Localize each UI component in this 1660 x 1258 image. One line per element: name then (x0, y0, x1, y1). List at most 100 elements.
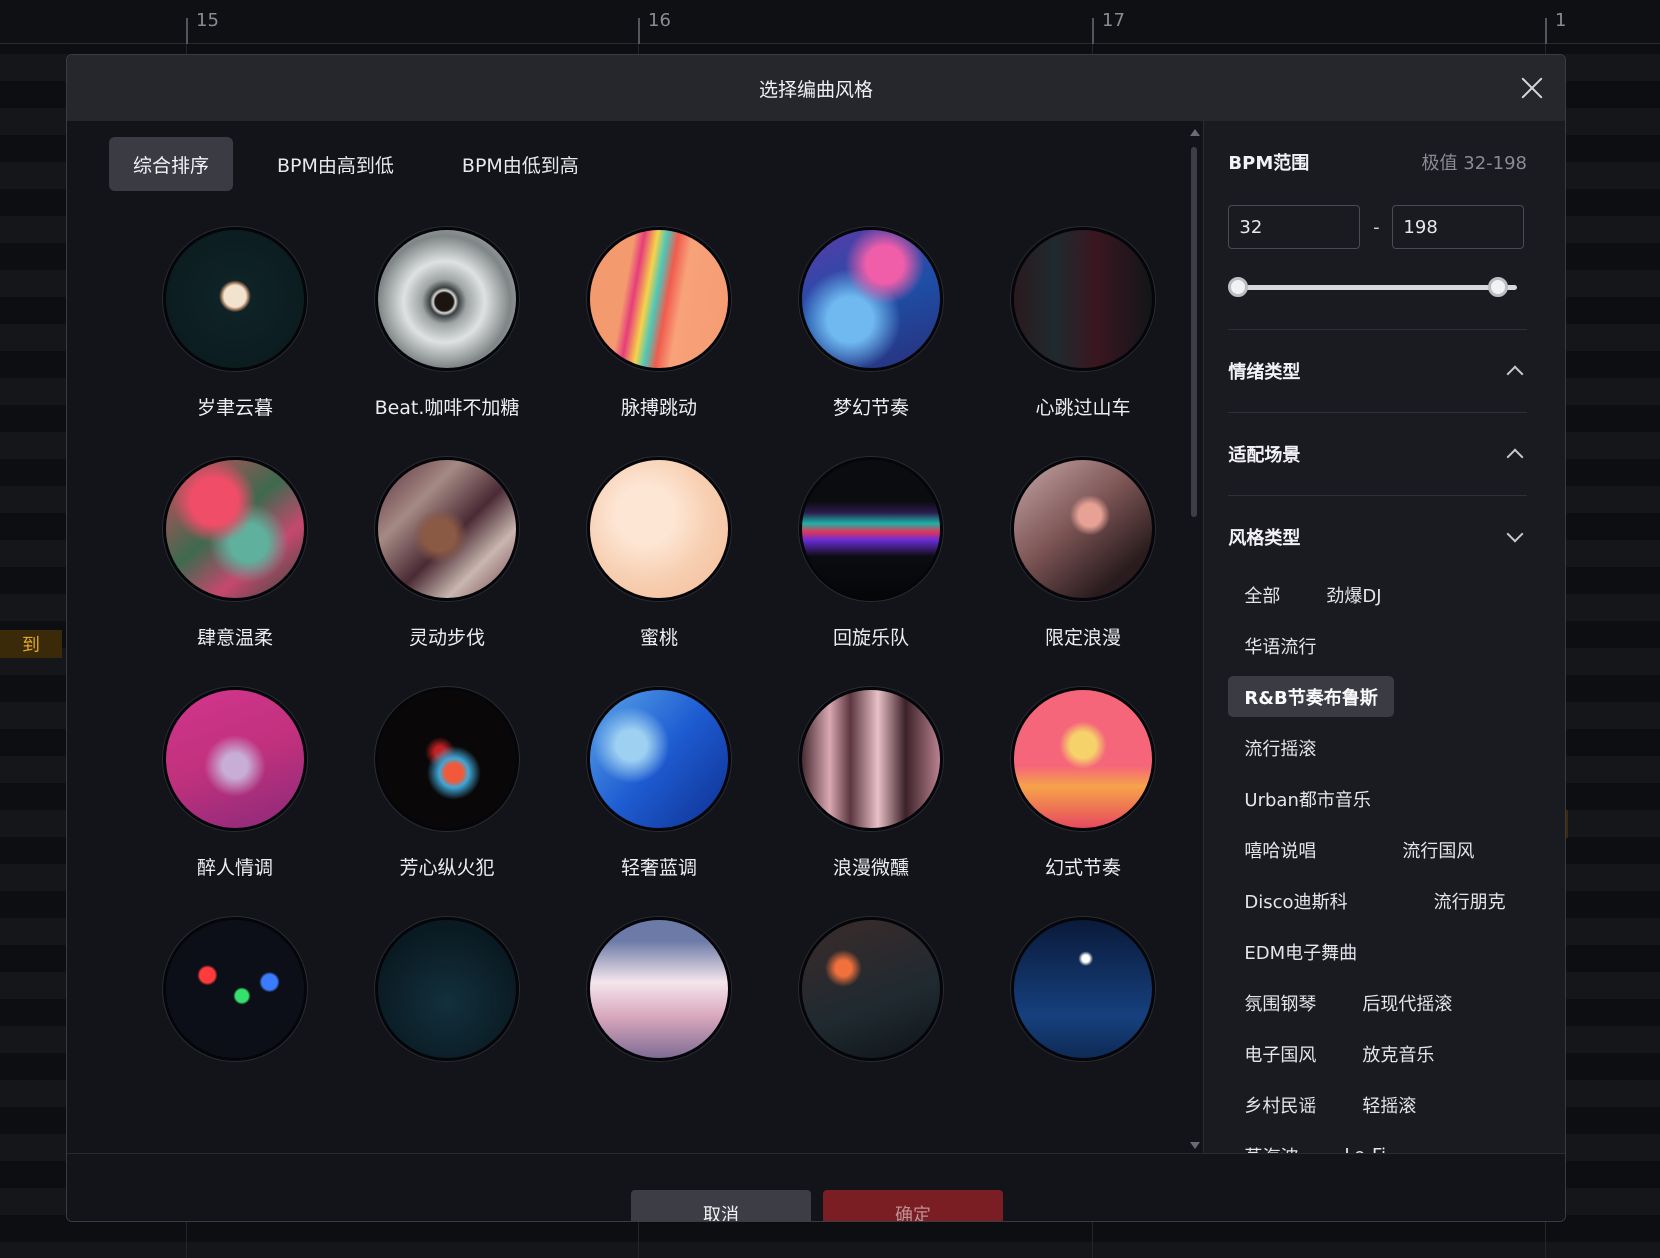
mood-section-header[interactable]: 情绪类型 (1228, 330, 1527, 412)
genre-tag[interactable]: 劲爆DJ (1310, 574, 1397, 615)
style-name: 芳心纵火犯 (399, 857, 495, 879)
moon-night-cover-image[interactable] (163, 227, 307, 371)
genre-tag[interactable]: 轻摇滚 (1346, 1084, 1432, 1125)
close-icon[interactable] (1517, 73, 1547, 103)
rose-cover-image[interactable] (1011, 457, 1155, 601)
wine-glass-cover-image[interactable] (799, 687, 943, 831)
coffee-cup-cover-image[interactable] (375, 227, 519, 371)
cloud-sea-cover-image[interactable] (587, 917, 731, 1061)
genre-tag[interactable]: 后现代摇滚 (1346, 982, 1468, 1023)
genre-tag[interactable]: Disco迪斯科 (1228, 880, 1363, 921)
bpm-min-input[interactable] (1228, 205, 1361, 249)
sort-tab-bpm-asc[interactable]: BPM由低到高 (438, 137, 603, 191)
blue-texture-cover-image[interactable] (587, 687, 731, 831)
style-card[interactable]: 梦幻节奏 (765, 227, 977, 419)
style-name: 轻奢蓝调 (620, 857, 697, 879)
dried-flowers-cover-image[interactable] (375, 457, 519, 601)
genre-tag[interactable]: 流行国风 (1386, 829, 1490, 870)
style-card[interactable]: 心跳过山车 (977, 227, 1189, 419)
style-card[interactable] (765, 917, 977, 1107)
slider-thumb-max[interactable] (1488, 277, 1509, 297)
scroll-down-arrow-icon[interactable] (1190, 1142, 1201, 1149)
genre-tag[interactable]: EDM电子舞曲 (1228, 931, 1373, 972)
genre-tag[interactable]: 全部 (1228, 574, 1296, 615)
style-card[interactable]: 肆意温柔 (129, 457, 341, 649)
ruler-tick (186, 18, 188, 44)
slider-rail[interactable] (1238, 285, 1517, 290)
ruler-mark: 17 (1102, 10, 1125, 31)
genre-tag[interactable]: 乡村民谣 (1228, 1084, 1332, 1125)
bpm-max-input[interactable] (1392, 205, 1525, 249)
style-card[interactable] (341, 917, 553, 1107)
style-name: 限定浪漫 (1044, 627, 1121, 649)
pink-city-cover-image[interactable] (163, 687, 307, 831)
style-card[interactable] (977, 917, 1189, 1107)
scene-section-header[interactable]: 适配场景 (1228, 413, 1527, 495)
style-name: 蜜桃 (639, 627, 678, 649)
style-card[interactable]: 岁聿云暮 (129, 227, 341, 419)
confirm-button[interactable]: 确定 (823, 1190, 1003, 1221)
genre-tag[interactable]: Urban都市音乐 (1228, 778, 1386, 819)
genre-tag[interactable]: 电子国风 (1228, 1033, 1332, 1074)
style-name: 浪漫微醺 (832, 857, 909, 879)
sort-tab-bpm-desc[interactable]: BPM由高到低 (253, 137, 418, 191)
style-card[interactable] (129, 917, 341, 1107)
genre-section-header[interactable]: 风格类型 (1228, 496, 1527, 578)
chevron-up-icon[interactable] (1506, 365, 1524, 383)
style-card[interactable]: 幻式节奏 (977, 687, 1189, 879)
style-card[interactable]: 轻奢蓝调 (553, 687, 765, 879)
floral-glitch-cover-image[interactable] (163, 457, 307, 601)
genre-title: 风格类型 (1228, 528, 1301, 549)
style-name: 梦幻节奏 (832, 397, 909, 419)
style-card[interactable]: 回旋乐队 (765, 457, 977, 649)
chevron-up-icon[interactable] (1506, 448, 1524, 466)
cancel-button[interactable]: 取消 (631, 1190, 811, 1221)
fire-swirl-cover-image[interactable] (375, 687, 519, 831)
style-card[interactable]: Beat.咖啡不加糖 (341, 227, 553, 419)
style-card[interactable]: 灵动步伐 (341, 457, 553, 649)
style-card[interactable]: 脉搏跳动 (553, 227, 765, 419)
led-dots-cover-image[interactable] (163, 917, 307, 1061)
style-card[interactable]: 限定浪漫 (977, 457, 1189, 649)
genre-tag[interactable]: 流行摇滚 (1228, 727, 1332, 768)
genre-tag[interactable]: 流行朋克 (1418, 880, 1522, 921)
starry-dark-cover-image[interactable] (375, 917, 519, 1061)
street-lamp-cover-image[interactable] (799, 917, 943, 1061)
blue-smoke-cover-image[interactable] (799, 227, 943, 371)
style-name: 肆意温柔 (196, 627, 273, 649)
bpm-range-slider[interactable] (1228, 275, 1527, 299)
timeline-ruler[interactable]: 15 16 17 1 (0, 0, 1660, 44)
bpm-inputs: - (1228, 205, 1527, 249)
dialog-body: 综合排序 BPM由高到低 BPM由低到高 岁聿云暮 Beat.咖啡不加糖 脉搏跳动 梦… (67, 121, 1565, 1168)
ruler-tick (1092, 18, 1094, 44)
genre-tag[interactable]: 放克音乐 (1346, 1033, 1450, 1074)
timeline-marker-left[interactable]: 到 (0, 630, 62, 658)
heartbeat-line-cover-image[interactable] (1011, 227, 1155, 371)
style-card[interactable] (553, 917, 765, 1107)
rainbow-drip-cover-image[interactable] (587, 227, 731, 371)
bpm-hint: 极值 32-198 (1421, 153, 1527, 174)
genre-tag[interactable]: 华语流行 (1228, 625, 1332, 666)
style-card[interactable]: 蜜桃 (553, 457, 765, 649)
slider-thumb-min[interactable] (1228, 277, 1249, 297)
sort-tab-overall[interactable]: 综合排序 (109, 137, 234, 191)
neon-sunset-cover-image[interactable] (1011, 687, 1155, 831)
style-card[interactable]: 芳心纵火犯 (341, 687, 553, 879)
peach-clouds-cover-image[interactable] (587, 457, 731, 601)
scroll-thumb[interactable] (1191, 147, 1198, 517)
chevron-down-icon[interactable] (1506, 525, 1524, 543)
ruler-mark: 15 (196, 10, 219, 31)
style-card[interactable]: 醉人情调 (129, 687, 341, 879)
scroll-up-arrow-icon[interactable] (1190, 129, 1201, 136)
style-card[interactable]: 浪漫微醺 (765, 687, 977, 879)
style-name: 醉人情调 (196, 857, 273, 879)
style-grid: 岁聿云暮 Beat.咖啡不加糖 脉搏跳动 梦幻节奏 心跳过山车肆意温柔 灵动步伐 蜜桃 回旋乐… (129, 227, 1189, 1107)
genre-tag[interactable]: 嘻哈说唱 (1228, 829, 1332, 870)
stage-glitch-cover-image[interactable] (799, 457, 943, 601)
style-name: 幻式节奏 (1044, 857, 1121, 879)
genre-tag[interactable]: R&B节奏布鲁斯 (1228, 676, 1394, 717)
blue-star-cover-image[interactable] (1011, 917, 1155, 1061)
genre-tag[interactable]: 氛围钢琴 (1228, 982, 1332, 1023)
sort-tabs: 综合排序 BPM由高到低 BPM由低到高 (109, 137, 603, 191)
scrollbar[interactable] (1189, 129, 1201, 1149)
